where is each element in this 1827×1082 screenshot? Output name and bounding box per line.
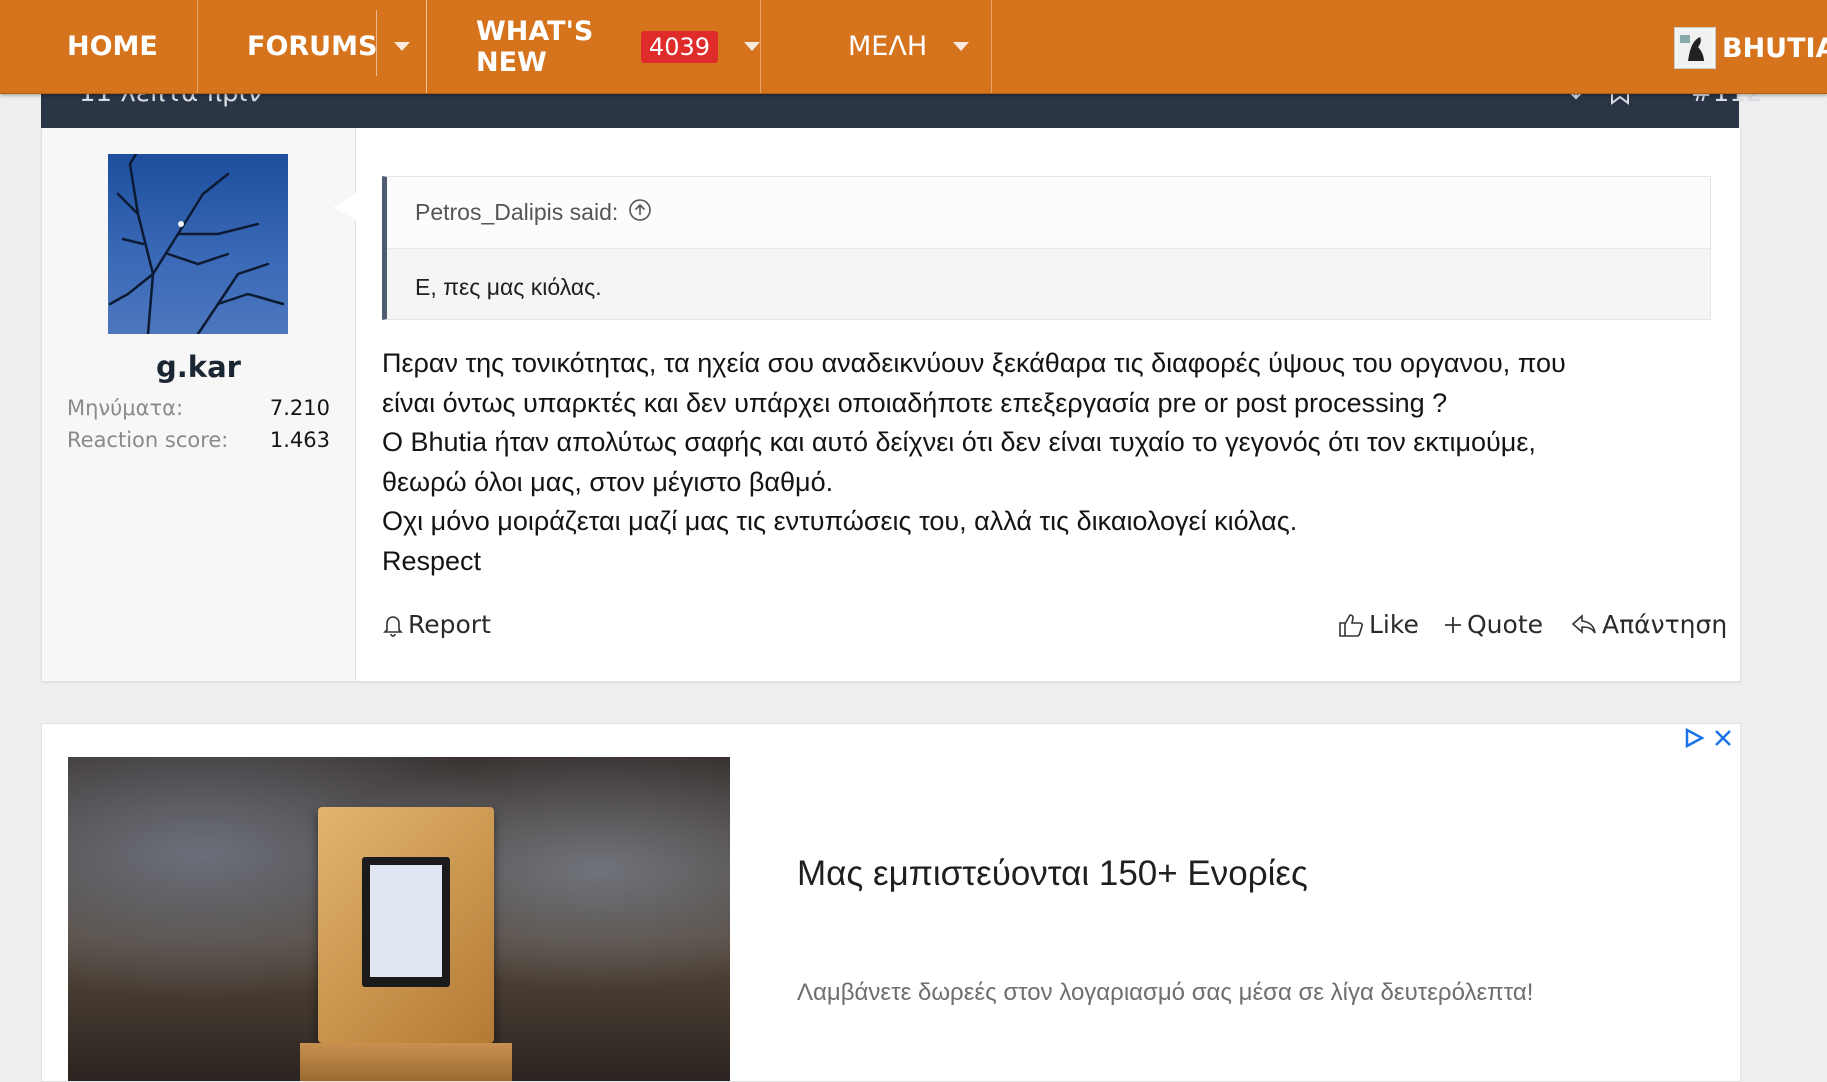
nav-whats-new-label: WHAT'S NEW: [476, 15, 594, 78]
reply-icon: [1571, 613, 1596, 634]
message-line: είναι όντως υπαρκτές και δεν υπάρχει οπο…: [382, 387, 1448, 418]
avatar[interactable]: [108, 154, 288, 334]
messages-stat: Μηνύματα: 7.210: [67, 396, 330, 420]
messages-value[interactable]: 7.210: [270, 396, 330, 420]
username: BHUTIA: [1722, 32, 1827, 64]
kiosk-screen-display: [370, 865, 442, 977]
ad-controls: [1683, 727, 1733, 753]
ad-headline[interactable]: Μας εμπιστεύονται 150+ Ενορίες: [797, 854, 1308, 894]
quote-block: Petros_Dalipis said: Ε, πες μας κιόλας.: [382, 176, 1711, 320]
top-navigation: HOME FORUMS WHAT'S NEW 4039 ΜΕΛΗ BHUTIA: [0, 0, 1827, 94]
plus-icon: [1445, 616, 1461, 633]
report-label: Report: [408, 610, 491, 639]
message-body: Περαν της τονικότητας, τα ηχεία σου αναδ…: [382, 344, 1702, 581]
donation-kiosk-frame: [318, 807, 494, 1043]
ad-image[interactable]: [68, 757, 730, 1081]
thumbs-up-icon: [1339, 613, 1363, 637]
message-line: Περαν της τονικότητας, τα ηχεία σου αναδ…: [382, 348, 1566, 378]
user-menu[interactable]: BHUTIA: [1674, 26, 1827, 70]
messages-label: Μηνύματα:: [67, 396, 184, 420]
quote-label: Quote: [1467, 610, 1544, 639]
arrow-up-circle-icon[interactable]: [628, 198, 652, 228]
post-message: g.kar Μηνύματα: 7.210 Reaction score: 1.…: [41, 128, 1741, 682]
nav-home-label: HOME: [67, 31, 158, 62]
like-label: Like: [1369, 610, 1419, 639]
quote-text: Ε, πες μας κιόλας.: [415, 274, 602, 300]
nav-members[interactable]: ΜΕΛΗ: [761, 0, 992, 93]
kiosk-base: [300, 1043, 512, 1081]
reaction-score-label: Reaction score:: [67, 428, 229, 452]
whats-new-count-badge: 4039: [640, 30, 718, 63]
nav-members-label: ΜΕΛΗ: [848, 31, 928, 62]
bell-icon: [383, 615, 403, 637]
quote-author: Petros_Dalipis said:: [415, 199, 619, 225]
message-line: Οχι μόνο μοιράζεται μαζί μας τις εντυπώσ…: [382, 506, 1298, 536]
reply-button[interactable]: Απάντηση: [1570, 610, 1727, 639]
chevron-down-icon[interactable]: [953, 42, 970, 51]
like-button[interactable]: Like: [1337, 610, 1419, 639]
message-line: Ο Bhutia ήταν απολύτως σαφής και αυτό δε…: [382, 427, 1536, 457]
avatar: [1674, 27, 1716, 69]
tree-silhouette-icon: [108, 154, 285, 334]
ad-choices-icon[interactable]: [1683, 727, 1705, 753]
user-avatar-icon: [1678, 31, 1712, 65]
chevron-down-icon: [393, 42, 410, 51]
message-line: Respect: [382, 545, 482, 576]
close-icon[interactable]: [1713, 727, 1733, 753]
advertisement[interactable]: Μας εμπιστεύονται 150+ Ενορίες Λαμβάνετε…: [41, 723, 1741, 1082]
nav-home[interactable]: HOME: [0, 0, 198, 93]
quote-attribution[interactable]: Petros_Dalipis said:: [387, 177, 1710, 249]
ad-description[interactable]: Λαμβάνετε δωρεές στον λογαριασμό σας μέσ…: [797, 979, 1533, 1007]
nav-forums-dropdown[interactable]: [377, 0, 427, 93]
nav-forums-label: FORUMS: [247, 31, 378, 62]
username[interactable]: g.kar: [42, 350, 355, 384]
chevron-down-icon[interactable]: [744, 42, 760, 51]
reply-label: Απάντηση: [1602, 610, 1728, 639]
reaction-score-stat: Reaction score: 1.463: [67, 428, 330, 452]
kiosk-screen: [362, 857, 450, 987]
nav-whats-new[interactable]: WHAT'S NEW 4039: [427, 0, 761, 93]
reaction-score-value: 1.463: [269, 428, 330, 452]
user-sidebar: g.kar Μηνύματα: 7.210 Reaction score: 1.…: [42, 128, 356, 681]
report-button[interactable]: Report: [382, 610, 491, 639]
message-arrow: [333, 193, 357, 221]
message-line: θεωρώ όλοι μας, στον μέγιστο βαθμό.: [382, 466, 834, 497]
quote-button[interactable]: Quote: [1443, 610, 1543, 639]
